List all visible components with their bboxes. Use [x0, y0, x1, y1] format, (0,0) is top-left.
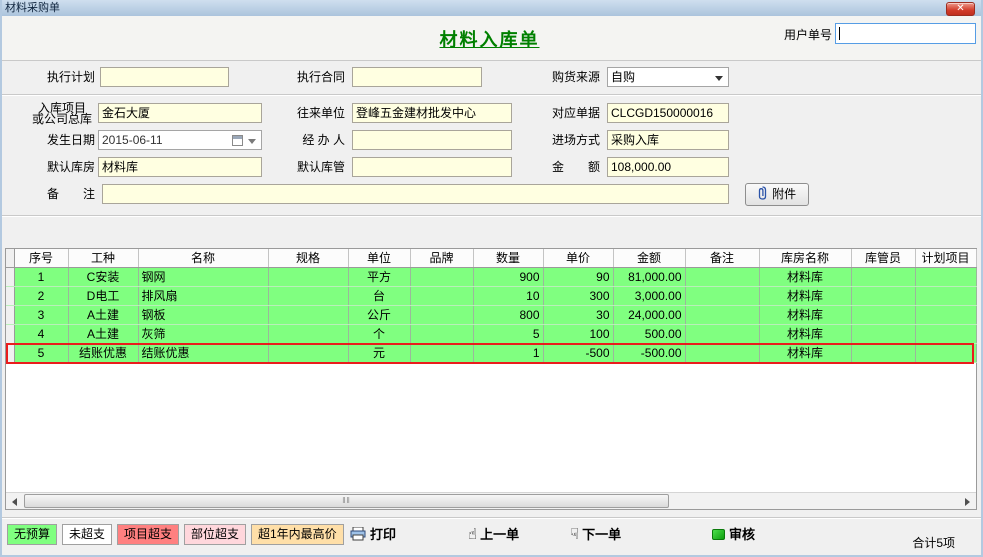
total-count-label: 合计5项	[912, 536, 955, 550]
grid-header-row: 序号 工种 名称 规格 单位 品牌 数量 单价 金额 备注 库房名称 库管员 计…	[6, 249, 977, 268]
exec-contract-label: 执行合同	[297, 70, 346, 84]
horizontal-scrollbar[interactable]: ‖‖	[6, 492, 976, 509]
legend-not-over: 未超支	[62, 524, 113, 545]
footer-bar: 无预算 未超支 项目超支 部位超支 超1年内最高价 打印 ☝ 上一单 ☟ 下一单 审…	[2, 517, 981, 555]
table-row-highlighted[interactable]: 5 结账优惠 结账优惠 元 1 -500 -500.00 材料库	[6, 343, 977, 363]
legend-part-over: 部位超支	[184, 524, 247, 545]
handler-input[interactable]	[352, 130, 512, 150]
purchase-source-label: 购货来源	[552, 70, 601, 84]
ref-doc-input[interactable]: CLCGD150000016	[607, 103, 729, 123]
scroll-left-arrow[interactable]	[6, 493, 23, 509]
col-header-seq[interactable]: 序号	[14, 249, 69, 268]
ref-doc-label: 对应单据	[552, 106, 601, 120]
audit-button[interactable]: 审核	[712, 525, 755, 547]
chevron-down-icon	[248, 139, 256, 144]
print-button[interactable]: 打印	[350, 525, 396, 547]
col-header-name[interactable]: 名称	[138, 249, 269, 268]
handler-label: 经 办 人	[302, 133, 345, 147]
audit-green-icon	[712, 529, 725, 540]
text-caret	[839, 27, 840, 40]
col-header-trade[interactable]: 工种	[68, 249, 139, 268]
hand-down-icon: ☟	[570, 526, 580, 543]
scroll-right-arrow[interactable]	[959, 493, 976, 509]
legend-no-budget: 无预算	[7, 524, 58, 545]
col-header-remark[interactable]: 备注	[685, 249, 760, 268]
exec-plan-label: 执行计划	[47, 70, 96, 84]
amount-label: 金 额	[552, 160, 601, 174]
attachment-button[interactable]: 附件	[745, 183, 809, 206]
counterparty-input[interactable]: 登峰五金建材批发中心	[352, 103, 512, 123]
col-header-plan[interactable]: 计划项目	[915, 249, 977, 268]
warehouse-label: 默认库房	[47, 160, 96, 174]
col-header-unit[interactable]: 单位	[348, 249, 411, 268]
keeper-input[interactable]	[352, 157, 512, 177]
hand-up-icon: ☝	[468, 526, 478, 543]
project-input[interactable]: 金石大厦	[98, 103, 262, 123]
amount-input[interactable]: 108,000.00	[607, 157, 729, 177]
divider	[2, 215, 981, 217]
legend-max-price: 超1年内最高价	[251, 524, 344, 545]
col-header-brand[interactable]: 品牌	[410, 249, 474, 268]
attachment-label: 附件	[772, 187, 797, 201]
table-row[interactable]: 2 D电工 排风扇 台 10 300 3,000.00 材料库	[6, 286, 977, 306]
purchase-source-select[interactable]: 自购	[607, 67, 729, 87]
date-picker[interactable]: 2015-06-11	[98, 130, 262, 150]
items-grid: 序号 工种 名称 规格 单位 品牌 数量 单价 金额 备注 库房名称 库管员 计…	[5, 248, 977, 510]
plan-contract-strip: 执行计划 执行合同 购货来源 自购	[2, 61, 981, 95]
col-header-warehouse[interactable]: 库房名称	[759, 249, 852, 268]
header-strip: 材料入库单 用户单号	[2, 16, 981, 61]
project-label: 入库项目 或公司总库	[31, 101, 92, 126]
user-no-label: 用户单号	[783, 28, 832, 42]
user-no-input[interactable]	[835, 23, 976, 44]
close-icon: ✕	[956, 3, 965, 14]
calendar-icon	[232, 135, 243, 146]
exec-plan-input[interactable]	[100, 67, 229, 87]
window-title: 材料采购单	[5, 2, 60, 14]
col-header-qty[interactable]: 数量	[473, 249, 544, 268]
legend-project-over: 项目超支	[117, 524, 180, 545]
entry-mode-input[interactable]: 采购入库	[607, 130, 729, 150]
printer-icon	[350, 526, 366, 541]
row-indicator-header	[6, 249, 15, 268]
keeper-label: 默认库管	[297, 160, 346, 174]
warehouse-input[interactable]: 材料库	[98, 157, 262, 177]
col-header-amount[interactable]: 金额	[613, 249, 686, 268]
table-row[interactable]: 3 A土建 钢板 公斤 800 30 24,000.00 材料库	[6, 305, 977, 325]
remark-input[interactable]	[102, 184, 729, 204]
main-form-section: 入库项目 或公司总库 金石大厦 往来单位 登峰五金建材批发中心 对应单据 CLCG…	[2, 96, 981, 215]
material-purchase-window: 材料采购单 ✕ 材料入库单 用户单号 执行计划 执行合同 购货来源 自购 入库项…	[0, 0, 983, 557]
next-doc-button[interactable]: ☟ 下一单	[570, 525, 621, 547]
remark-label: 备 注	[47, 187, 96, 201]
paperclip-icon	[758, 186, 766, 200]
close-button[interactable]: ✕	[946, 2, 975, 16]
date-label: 发生日期	[47, 133, 96, 147]
entry-mode-label: 进场方式	[552, 133, 601, 147]
scrollbar-thumb[interactable]: ‖‖	[24, 494, 669, 508]
col-header-spec[interactable]: 规格	[268, 249, 349, 268]
col-header-price[interactable]: 单价	[543, 249, 614, 268]
chevron-down-icon	[715, 76, 723, 81]
counterparty-label: 往来单位	[297, 106, 346, 120]
col-header-keeper[interactable]: 库管员	[851, 249, 916, 268]
table-row[interactable]: 4 A土建 灰筛 个 5 100 500.00 材料库	[6, 324, 977, 344]
page-title: 材料入库单	[439, 30, 540, 50]
exec-contract-input[interactable]	[352, 67, 482, 87]
table-row[interactable]: 1 C安装 钢网 平方 900 90 81,000.00 材料库	[6, 267, 977, 287]
prev-doc-button[interactable]: ☝ 上一单	[468, 525, 519, 547]
